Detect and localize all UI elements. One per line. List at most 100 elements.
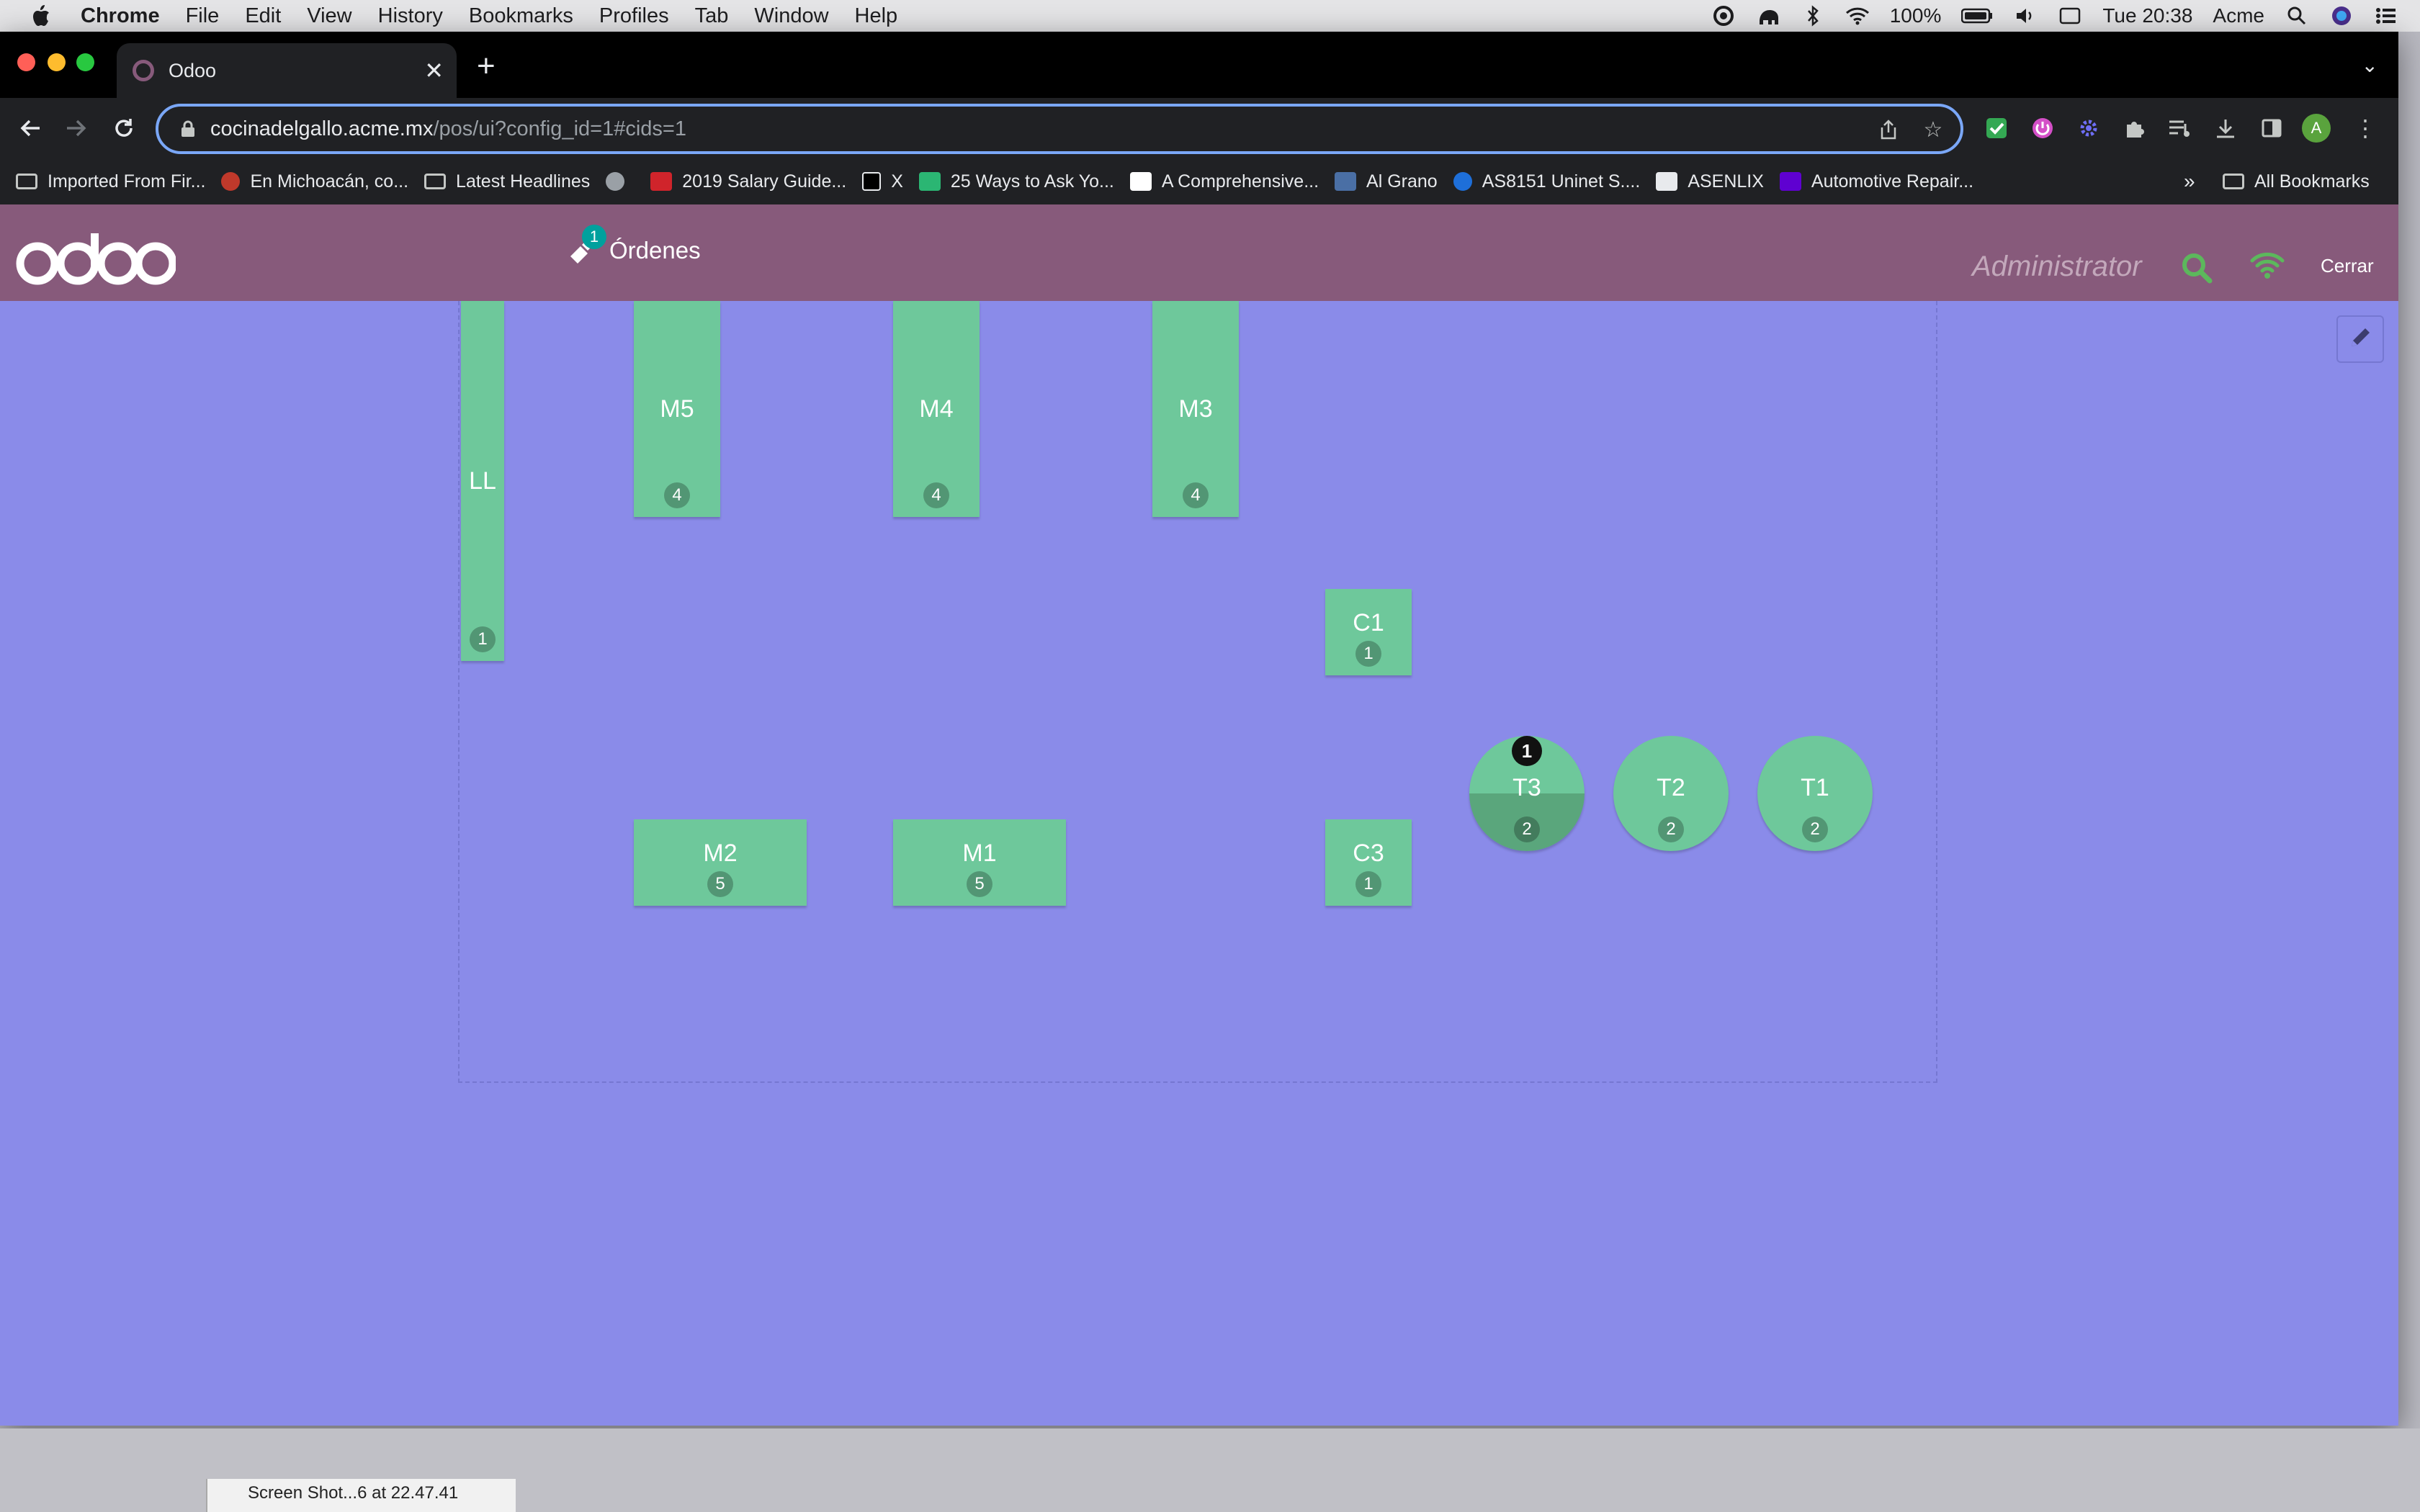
bookmark-al-grano[interactable]: Al Grano <box>1335 171 1438 192</box>
tab-title: Odoo <box>169 59 217 81</box>
document-favicon-icon <box>1656 172 1678 191</box>
bookmark-folder-imported[interactable]: Imported From Fir... <box>16 171 205 192</box>
table-t3[interactable]: 1 T3 2 <box>1469 736 1585 851</box>
bluetooth-icon[interactable] <box>1801 4 1825 28</box>
table-seats: 1 <box>1355 641 1381 667</box>
download-icon[interactable] <box>2211 114 2240 143</box>
folder-icon <box>16 174 37 189</box>
share-icon[interactable] <box>1876 117 1901 143</box>
bookmark-comprehensive[interactable]: A Comprehensive... <box>1129 171 1319 192</box>
table-seats: 5 <box>967 871 992 897</box>
profile-avatar[interactable]: A <box>2302 114 2331 143</box>
bookmark-x[interactable]: X <box>862 171 903 192</box>
menu-view[interactable]: View <box>307 4 351 28</box>
menu-history[interactable]: History <box>378 4 443 28</box>
url-text: cocinadelgallo.acme.mx/pos/ui?config_id=… <box>210 117 686 141</box>
status-circle-icon[interactable] <box>1711 4 1736 28</box>
table-seats: 5 <box>707 871 733 897</box>
chrome-menu-icon[interactable]: ⋮ <box>2351 114 2380 143</box>
tab-search-icon[interactable]: ⌄ <box>2362 53 2378 77</box>
bookmark-michoacan[interactable]: En Michoacán, co... <box>221 171 408 192</box>
menu-app-name[interactable]: Chrome <box>81 4 160 28</box>
table-t1[interactable]: T1 2 <box>1757 736 1873 851</box>
table-m2[interactable]: M2 5 <box>634 819 807 906</box>
new-tab-button[interactable]: + <box>477 50 496 82</box>
table-seats: 2 <box>1802 816 1828 842</box>
chart-favicon-icon <box>1129 172 1152 191</box>
bookmark-label: ASENLIX <box>1688 171 1764 192</box>
extension-check-icon[interactable] <box>1982 114 2011 143</box>
folder-icon <box>424 174 447 189</box>
media-queue-icon[interactable] <box>2165 114 2194 143</box>
lock-icon[interactable] <box>180 120 196 138</box>
keyboard-input-icon[interactable] <box>2058 4 2082 28</box>
reload-icon[interactable] <box>109 114 138 143</box>
finder-file-item[interactable]: Screen Shot...6 at 22.47.41 <box>206 1479 516 1512</box>
table-m4[interactable]: M4 4 <box>893 301 980 517</box>
bookmark-asenlix[interactable]: ASENLIX <box>1656 171 1764 192</box>
bookmark-folder-headlines[interactable]: Latest Headlines <box>424 171 590 192</box>
elephant-icon[interactable] <box>1756 4 1780 28</box>
macos-menu-bar: Chrome File Edit View History Bookmarks … <box>0 0 2420 32</box>
table-ll[interactable]: LL 1 <box>461 301 504 661</box>
connection-status-icon[interactable] <box>2250 251 2285 279</box>
bookmark-salary-guide[interactable]: 2019 Salary Guide... <box>650 171 846 192</box>
table-c1[interactable]: C1 1 <box>1325 589 1412 675</box>
table-c3[interactable]: C3 1 <box>1325 819 1412 906</box>
spotlight-search-icon[interactable] <box>2285 4 2309 28</box>
address-bar[interactable]: cocinadelgallo.acme.mx/pos/ui?config_id=… <box>156 104 1963 154</box>
menu-edit[interactable]: Edit <box>245 4 281 28</box>
extension-power-icon[interactable] <box>2028 114 2057 143</box>
apple-icon[interactable] <box>26 1 55 30</box>
bookmark-automotive[interactable]: Automotive Repair... <box>1779 171 1973 192</box>
close-window-button[interactable] <box>17 53 35 71</box>
table-name: LL <box>469 467 496 495</box>
table-name: T3 <box>1512 773 1541 801</box>
siri-icon[interactable] <box>2329 4 2354 28</box>
menu-user[interactable]: Acme <box>2213 4 2264 27</box>
close-session-button[interactable]: Cerrar <box>2321 255 2374 277</box>
zoom-window-button[interactable] <box>76 53 94 71</box>
extension-gear-icon[interactable] <box>2074 114 2103 143</box>
bookmark-globe[interactable] <box>606 172 635 191</box>
menu-bookmarks[interactable]: Bookmarks <box>469 4 573 28</box>
menu-profiles[interactable]: Profiles <box>599 4 669 28</box>
minimize-window-button[interactable] <box>48 53 66 71</box>
tab-odoo[interactable]: Odoo ✕ <box>117 43 457 98</box>
bookmark-label: AS8151 Uninet S.... <box>1482 171 1641 192</box>
green-favicon-icon <box>918 172 941 191</box>
table-m1[interactable]: M1 5 <box>893 819 1066 906</box>
orders-button[interactable]: 1 Órdenes <box>566 225 701 266</box>
browser-toolbar: cocinadelgallo.acme.mx/pos/ui?config_id=… <box>0 98 2398 158</box>
back-icon[interactable] <box>16 114 45 143</box>
menu-tab[interactable]: Tab <box>695 4 729 28</box>
wifi-status-icon[interactable] <box>1845 4 1870 28</box>
table-seats: 1 <box>470 626 496 652</box>
table-m5[interactable]: M5 4 <box>634 301 720 517</box>
bookmarks-overflow-button[interactable]: » <box>2184 170 2195 193</box>
forward-icon[interactable] <box>62 114 91 143</box>
table-m3[interactable]: M3 4 <box>1152 301 1239 517</box>
side-panel-icon[interactable] <box>2257 114 2286 143</box>
all-bookmarks-button[interactable]: All Bookmarks <box>2223 171 2370 192</box>
bookmark-label: 2019 Salary Guide... <box>682 171 847 192</box>
menu-window[interactable]: Window <box>754 4 828 28</box>
search-icon[interactable] <box>2181 252 2213 284</box>
bookmark-star-icon[interactable]: ☆ <box>1920 117 1946 143</box>
volume-icon[interactable] <box>2013 4 2038 28</box>
folder-icon <box>2223 174 2244 189</box>
location-favicon-icon <box>1453 172 1472 191</box>
extensions-puzzle-icon[interactable] <box>2120 114 2149 143</box>
menu-clock[interactable]: Tue 20:38 <box>2102 4 2192 27</box>
odoo-pos-header: 1 Órdenes Administrator Cerrar <box>0 204 2398 301</box>
battery-icon[interactable] <box>1961 4 1993 28</box>
menu-help[interactable]: Help <box>855 4 898 28</box>
bookmark-as8151[interactable]: AS8151 Uninet S.... <box>1453 171 1641 192</box>
cashier-name[interactable]: Administrator <box>1972 251 2142 283</box>
table-t2[interactable]: T2 2 <box>1613 736 1729 851</box>
menu-file[interactable]: File <box>186 4 220 28</box>
control-center-icon[interactable] <box>2374 4 2398 28</box>
tab-close-icon[interactable]: ✕ <box>424 57 444 84</box>
edit-floor-button[interactable] <box>2336 315 2384 363</box>
bookmark-25-ways[interactable]: 25 Ways to Ask Yo... <box>918 171 1114 192</box>
